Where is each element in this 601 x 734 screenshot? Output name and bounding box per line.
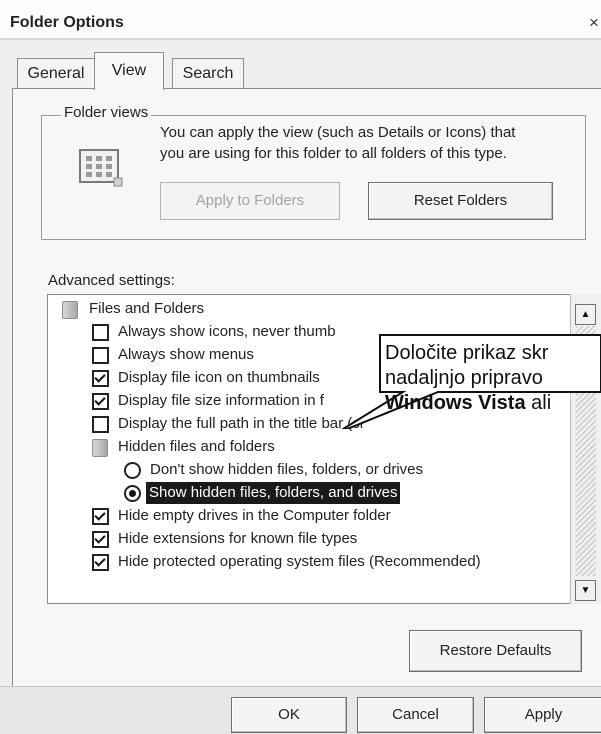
close-icon[interactable]: × — [589, 13, 599, 33]
setting-label: Display file size information in f — [118, 392, 324, 409]
window-title: Folder Options — [10, 14, 124, 31]
reset-folders-button[interactable]: Reset Folders — [368, 182, 553, 220]
setting-label-selected: Show hidden files, folders, and drives — [146, 482, 401, 504]
tree-folder-label: Files and Folders — [89, 300, 205, 317]
setting-label: Display file icon on thumbnails — [118, 369, 320, 386]
tree-folder-label: Hidden files and folders — [118, 438, 275, 455]
setting-label: Hide extensions for known file types — [118, 530, 358, 547]
radio-button-selected[interactable] — [124, 485, 141, 502]
setting-label: Don't show hidden files, folders, or dri… — [150, 461, 423, 478]
callout-line-1: Določite prikaz skr — [385, 342, 549, 364]
checkbox[interactable] — [92, 324, 109, 341]
scroll-down-icon[interactable]: ▼ — [575, 580, 596, 601]
callout-bold-text: Windows Vista — [385, 392, 526, 414]
checkbox[interactable] — [92, 347, 109, 364]
apply-button[interactable]: Apply — [484, 697, 601, 733]
callout-trailing-text: ali — [525, 392, 552, 414]
checkbox-checked[interactable] — [92, 531, 109, 548]
restore-defaults-button[interactable]: Restore Defaults — [409, 630, 582, 672]
cancel-button[interactable]: Cancel — [357, 697, 474, 733]
tab-search[interactable]: Search — [172, 58, 244, 89]
ok-button[interactable]: OK — [231, 697, 347, 733]
callout-line-3: Windows Vista ali — [385, 391, 551, 416]
tab-general[interactable]: General — [17, 58, 95, 89]
folder-icon — [62, 301, 78, 319]
checkbox-checked[interactable] — [92, 370, 109, 387]
checkbox-checked[interactable] — [92, 508, 109, 525]
apply-to-folders-button[interactable]: Apply to Folders — [160, 182, 340, 220]
folder-views-legend: Folder views — [61, 104, 152, 121]
folder-view-grid-icon — [79, 149, 123, 187]
folder-views-description: You can apply the view (such as Details … — [160, 122, 600, 164]
radio-button[interactable] — [124, 462, 141, 479]
checkbox-checked[interactable] — [92, 554, 109, 571]
setting-label: Hide protected operating system files (R… — [118, 553, 481, 570]
callout-text: Določite prikaz skr nadaljnjo pripravo W… — [385, 341, 551, 416]
folder-icon — [92, 439, 108, 457]
folder-views-description-line-1: You can apply the view (such as Details … — [160, 124, 516, 141]
checkbox[interactable] — [92, 416, 109, 433]
setting-label: Hide empty drives in the Computer folder — [118, 507, 391, 524]
advanced-settings-label: Advanced settings: — [48, 272, 175, 289]
callout-line-2: nadaljnjo pripravo — [385, 367, 543, 389]
checkbox-checked[interactable] — [92, 393, 109, 410]
tab-view[interactable]: View — [94, 52, 164, 90]
folder-views-description-line-2: you are using for this folder to all fol… — [160, 145, 507, 162]
setting-label: Always show icons, never thumb — [118, 323, 336, 340]
setting-label: Always show menus — [118, 346, 254, 363]
